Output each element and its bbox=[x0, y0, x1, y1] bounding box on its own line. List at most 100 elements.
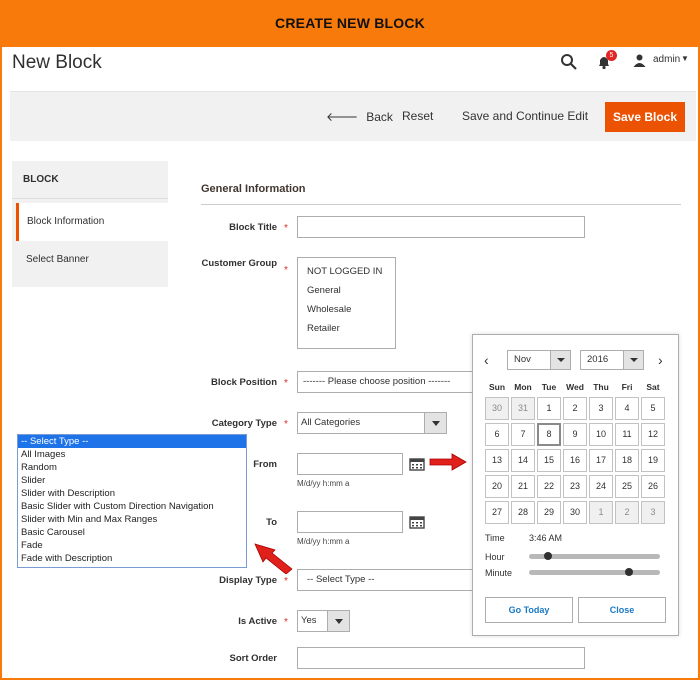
calendar-day[interactable]: 25 bbox=[615, 475, 639, 498]
customer-group-option[interactable]: Retailer bbox=[307, 323, 340, 334]
calendar-day[interactable]: 10 bbox=[589, 423, 613, 446]
display-type-select[interactable]: -- Select Type -- bbox=[297, 569, 473, 591]
calendar-day[interactable]: 31 bbox=[511, 397, 535, 420]
tutorial-banner: CREATE NEW BLOCK bbox=[0, 0, 700, 47]
calendar-icon[interactable] bbox=[409, 457, 425, 471]
calendar-day[interactable]: 4 bbox=[615, 397, 639, 420]
calendar-day[interactable]: 22 bbox=[537, 475, 561, 498]
user-icon[interactable] bbox=[633, 54, 646, 67]
block-title-input[interactable] bbox=[297, 216, 585, 238]
type-option[interactable]: Slider bbox=[18, 474, 246, 487]
arrow-right-icon bbox=[429, 453, 467, 471]
arrow-left-icon: 🡐 bbox=[326, 110, 359, 124]
customer-group-option[interactable]: NOT LOGGED IN bbox=[307, 266, 382, 277]
display-type-dropdown-list[interactable]: -- Select Type -- All Images Random Slid… bbox=[17, 434, 247, 568]
section-title: General Information bbox=[201, 183, 306, 195]
calendar-day[interactable]: 15 bbox=[537, 449, 561, 472]
calendar-day[interactable]: 28 bbox=[511, 501, 535, 524]
required-marker: * bbox=[284, 378, 288, 389]
save-and-continue-button[interactable]: Save and Continue Edit bbox=[462, 109, 588, 123]
block-position-select[interactable]: ------- Please choose position ------- bbox=[297, 371, 473, 393]
search-icon[interactable] bbox=[560, 53, 578, 71]
type-option[interactable]: -- Select Type -- bbox=[18, 435, 246, 448]
sidebar-item-block-information[interactable]: Block Information bbox=[16, 203, 168, 241]
sidebar-heading: BLOCK bbox=[12, 161, 168, 199]
type-option[interactable]: Basic Carousel bbox=[18, 526, 246, 539]
calendar-icon[interactable] bbox=[409, 515, 425, 529]
type-option[interactable]: All Images bbox=[18, 448, 246, 461]
calendar-day[interactable]: 5 bbox=[641, 397, 665, 420]
calendar-day[interactable]: 3 bbox=[641, 501, 665, 524]
type-option[interactable]: Slider with Description bbox=[18, 487, 246, 500]
calendar-day[interactable]: 20 bbox=[485, 475, 509, 498]
next-month-button[interactable]: › bbox=[658, 352, 663, 368]
from-date-input[interactable] bbox=[297, 453, 403, 475]
block-title-label: Block Title bbox=[229, 222, 277, 233]
section-divider bbox=[201, 204, 681, 205]
calendar-day[interactable]: 6 bbox=[485, 423, 509, 446]
calendar-day[interactable]: 29 bbox=[537, 501, 561, 524]
sort-order-input[interactable] bbox=[297, 647, 585, 669]
close-button[interactable]: Close bbox=[578, 597, 666, 623]
required-marker: * bbox=[284, 617, 288, 628]
weekday-header: Wed bbox=[566, 382, 584, 392]
reset-button[interactable]: Reset bbox=[402, 109, 433, 123]
category-type-select[interactable]: All Categories bbox=[297, 412, 447, 434]
calendar-day[interactable]: 27 bbox=[485, 501, 509, 524]
calendar-day[interactable]: 30 bbox=[563, 501, 587, 524]
calendar-day[interactable]: 19 bbox=[641, 449, 665, 472]
go-today-button[interactable]: Go Today bbox=[485, 597, 573, 623]
required-marker: * bbox=[284, 419, 288, 430]
user-name[interactable]: admin bbox=[653, 54, 680, 65]
calendar-day[interactable]: 16 bbox=[563, 449, 587, 472]
minute-slider[interactable] bbox=[529, 568, 660, 576]
calendar-day[interactable]: 3 bbox=[589, 397, 613, 420]
type-option[interactable]: Basic Slider with Custom Direction Navig… bbox=[18, 500, 246, 513]
calendar-day[interactable]: 7 bbox=[511, 423, 535, 446]
datepicker: ‹ Nov 2016 › Sun Mon Tue Wed Thu Fri Sat 30 31 1 2… bbox=[472, 334, 679, 636]
chevron-down-icon[interactable]: ▼ bbox=[681, 54, 689, 63]
calendar-day[interactable]: 23 bbox=[563, 475, 587, 498]
calendar-day[interactable]: 9 bbox=[563, 423, 587, 446]
type-option[interactable]: Fade bbox=[18, 539, 246, 552]
calendar-day[interactable]: 1 bbox=[589, 501, 613, 524]
minute-slider-handle[interactable] bbox=[624, 568, 633, 576]
customer-group-option[interactable]: General bbox=[307, 285, 341, 296]
back-button[interactable]: 🡐 Back bbox=[326, 109, 393, 124]
calendar-day[interactable]: 24 bbox=[589, 475, 613, 498]
calendar-day[interactable]: 30 bbox=[485, 397, 509, 420]
hour-slider[interactable] bbox=[529, 552, 660, 560]
year-select[interactable]: 2016 bbox=[580, 350, 644, 370]
to-date-input[interactable] bbox=[297, 511, 403, 533]
hour-slider-handle[interactable] bbox=[543, 552, 552, 560]
type-option[interactable]: Slider with Min and Max Ranges bbox=[18, 513, 246, 526]
prev-month-button[interactable]: ‹ bbox=[484, 352, 489, 368]
sidebar-item-select-banner[interactable]: Select Banner bbox=[12, 241, 168, 279]
calendar-day[interactable]: 8 bbox=[537, 423, 561, 446]
is-active-select[interactable]: Yes bbox=[297, 610, 350, 632]
calendar-day[interactable]: 17 bbox=[589, 449, 613, 472]
calendar-day[interactable]: 1 bbox=[537, 397, 561, 420]
save-block-button[interactable]: Save Block bbox=[605, 102, 685, 132]
calendar-day[interactable]: 14 bbox=[511, 449, 535, 472]
calendar-day[interactable]: 11 bbox=[615, 423, 639, 446]
calendar-day[interactable]: 2 bbox=[563, 397, 587, 420]
calendar-day[interactable]: 21 bbox=[511, 475, 535, 498]
calendar-day[interactable]: 2 bbox=[615, 501, 639, 524]
type-option[interactable]: Fade with Description bbox=[18, 552, 246, 565]
is-active-label: Is Active bbox=[238, 616, 277, 627]
category-type-value: All Categories bbox=[301, 417, 361, 428]
required-marker: * bbox=[284, 576, 288, 587]
action-bar: 🡐 Back Reset Save and Continue Edit Save … bbox=[10, 91, 696, 141]
from-format-note: M/d/yy h:mm a bbox=[297, 479, 350, 488]
calendar-day[interactable]: 18 bbox=[615, 449, 639, 472]
calendar-day[interactable]: 26 bbox=[641, 475, 665, 498]
required-marker: * bbox=[284, 265, 288, 276]
time-value: 3:46 AM bbox=[529, 533, 563, 543]
month-select[interactable]: Nov bbox=[507, 350, 571, 370]
calendar-day[interactable]: 12 bbox=[641, 423, 665, 446]
calendar-day[interactable]: 13 bbox=[485, 449, 509, 472]
customer-group-option[interactable]: Wholesale bbox=[307, 304, 351, 315]
type-option[interactable]: Random bbox=[18, 461, 246, 474]
customer-group-multiselect[interactable]: NOT LOGGED IN General Wholesale Retailer bbox=[297, 257, 396, 349]
